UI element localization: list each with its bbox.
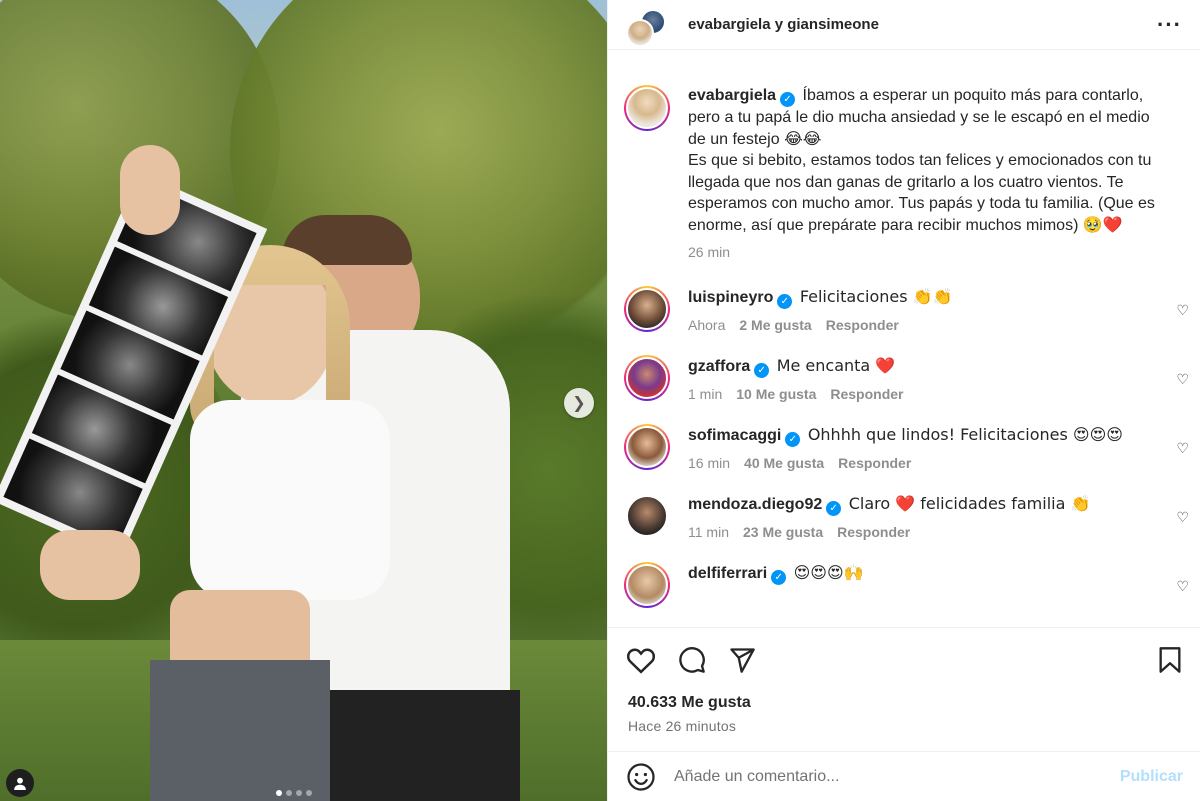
reply-button[interactable]: Responder xyxy=(830,386,903,402)
post-photo[interactable]: ❯ xyxy=(0,0,607,801)
reply-button[interactable]: Responder xyxy=(826,317,899,333)
comment-username[interactable]: delfiferrari xyxy=(688,565,767,582)
comment-likes[interactable]: 23 Me gusta xyxy=(743,524,823,540)
comment-text: 😍😍😍🙌 xyxy=(793,563,864,582)
reply-button[interactable]: Responder xyxy=(838,455,911,471)
comment-item: sofimacaggi ✓ Ohhhh que lindos! Felicitac… xyxy=(608,424,1200,471)
add-comment-bar: Publicar xyxy=(608,751,1200,801)
post-side-panel: evabargiela y giansimeone ··· evabargiel… xyxy=(607,0,1200,801)
verified-icon: ✓ xyxy=(754,363,770,378)
post-time: Hace 26 minutos xyxy=(628,718,737,734)
heart-icon[interactable]: ♡ xyxy=(1176,509,1189,526)
carousel-indicator xyxy=(276,790,312,796)
verified-icon: ✓ xyxy=(771,570,787,585)
comment-likes[interactable]: 2 Me gusta xyxy=(739,317,811,333)
comment-username[interactable]: luispineyro xyxy=(688,289,773,306)
carousel-dot xyxy=(306,790,312,796)
heart-icon[interactable]: ♡ xyxy=(1176,371,1189,388)
comment-text: Me encanta ❤️ xyxy=(776,356,896,375)
heart-icon[interactable] xyxy=(626,646,656,674)
carousel-dot xyxy=(296,790,302,796)
bookmark-icon[interactable] xyxy=(1157,646,1183,674)
reply-button[interactable]: Responder xyxy=(837,524,910,540)
post-header: evabargiela y giansimeone ··· xyxy=(608,0,1200,50)
comment-likes[interactable]: 40 Me gusta xyxy=(744,455,824,471)
comment-text: Felicitaciones 👏👏 xyxy=(799,287,953,306)
more-icon[interactable]: ··· xyxy=(1157,12,1182,38)
comments-list[interactable]: evabargiela ✓ Íbamos a esperar un poquito… xyxy=(608,60,1200,627)
post-actions: 40.633 Me gusta Hace 26 minutos xyxy=(608,627,1200,751)
heart-icon[interactable]: ♡ xyxy=(1176,302,1189,319)
user-tag-icon xyxy=(14,777,26,790)
verified-icon: ✓ xyxy=(826,501,842,516)
caption-username[interactable]: evabargiela xyxy=(688,87,776,104)
avatar[interactable] xyxy=(624,493,670,539)
heart-icon[interactable]: ♡ xyxy=(1176,578,1189,595)
comment-item: delfiferrari ✓ 😍😍😍🙌 ♡ xyxy=(608,562,1200,608)
comment-time: 16 min xyxy=(688,455,731,471)
comment-item: mendoza.diego92 ✓ Claro ❤️ felicidades fa… xyxy=(608,493,1200,540)
chevron-right-icon: ❯ xyxy=(572,395,586,412)
avatar[interactable] xyxy=(624,286,670,332)
caption-text-2: Es que si bebito, estamos todos tan feli… xyxy=(688,152,1155,234)
comment-time: Ahora xyxy=(688,317,726,333)
avatar[interactable] xyxy=(624,355,670,401)
collab-avatars[interactable] xyxy=(626,5,666,47)
verified-icon: ✓ xyxy=(780,92,796,107)
verified-icon: ✓ xyxy=(785,432,801,447)
avatar xyxy=(626,18,654,47)
share-icon[interactable] xyxy=(728,646,756,674)
comment-time: 11 min xyxy=(688,524,729,540)
comment-icon[interactable] xyxy=(678,646,706,674)
comment-input[interactable] xyxy=(674,767,1120,786)
caption-time: 26 min xyxy=(688,244,731,260)
comment-time: 1 min xyxy=(688,386,723,402)
verified-icon: ✓ xyxy=(777,294,793,309)
avatar[interactable] xyxy=(624,562,670,608)
likes-count[interactable]: 40.633 Me gusta xyxy=(608,674,1200,712)
comment-username[interactable]: sofimacaggi xyxy=(688,427,781,444)
comment-text: Ohhhh que lindos! Felicitaciones 😍😍😍 xyxy=(807,425,1123,444)
comment-text: Claro ❤️ felicidades familia 👏 xyxy=(848,494,1091,513)
tagged-users-button[interactable] xyxy=(6,769,34,797)
comment-username[interactable]: mendoza.diego92 xyxy=(688,496,822,513)
comment-username[interactable]: gzaffora xyxy=(688,358,750,375)
caption: evabargiela ✓ Íbamos a esperar un poquito… xyxy=(608,85,1200,260)
comment-likes[interactable]: 10 Me gusta xyxy=(736,386,816,402)
publish-button[interactable]: Publicar xyxy=(1120,768,1183,786)
comment-item: gzaffora ✓ Me encanta ❤️ 1 min 10 Me gusta… xyxy=(608,355,1200,402)
avatar[interactable] xyxy=(624,85,670,131)
carousel-next-button[interactable]: ❯ xyxy=(564,388,594,418)
heart-icon[interactable]: ♡ xyxy=(1176,440,1189,457)
post-authors[interactable]: evabargiela y giansimeone xyxy=(688,16,1157,33)
comment-item: luispineyro ✓ Felicitaciones 👏👏 Ahora 2 Me… xyxy=(608,286,1200,333)
carousel-dot xyxy=(276,790,282,796)
emoji-icon[interactable] xyxy=(626,762,656,792)
avatar[interactable] xyxy=(624,424,670,470)
carousel-dot xyxy=(286,790,292,796)
